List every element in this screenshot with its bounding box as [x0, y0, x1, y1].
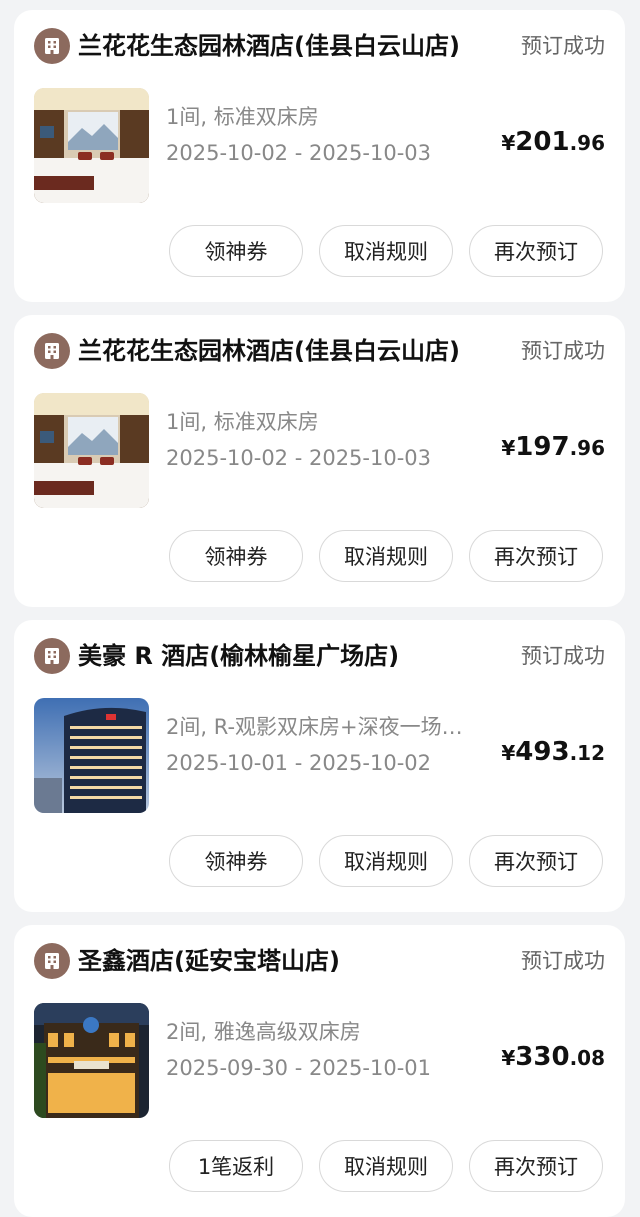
order-price: ¥201.96 [501, 122, 605, 165]
stay-dates: 2025-10-01 - 2025-10-02 [166, 751, 432, 775]
hotel-room-photo[interactable] [34, 88, 149, 203]
order-card[interactable]: 美豪 R 酒店(榆林榆星广场店) 预订成功 2间, R-观影双床房+深夜一场电影… [14, 620, 625, 912]
hotel-building-icon [34, 943, 70, 979]
price-decimal: .12 [569, 741, 605, 765]
cancel-policy-button[interactable]: 取消规则 [319, 835, 453, 887]
hotel-building-photo[interactable] [34, 698, 149, 813]
order-status: 预订成功 [521, 34, 605, 58]
price-integer: 201 [515, 127, 570, 157]
hotel-building-icon [34, 333, 70, 369]
order-card[interactable]: 圣鑫酒店(延安宝塔山店) 预订成功 2间, 雅逸高级双床房 2025-09-30… [14, 925, 625, 1217]
get-coupon-button[interactable]: 领神券 [169, 835, 303, 887]
price-currency: ¥ [501, 741, 516, 765]
price-currency: ¥ [501, 436, 516, 460]
cancel-policy-button[interactable]: 取消规则 [319, 530, 453, 582]
order-card[interactable]: 兰花花生态园林酒店(佳县白云山店) 预订成功 1间, 标准双床房 2025-10… [14, 315, 625, 607]
stay-dates: 2025-09-30 - 2025-10-01 [166, 1056, 432, 1080]
order-status: 预订成功 [521, 339, 605, 363]
order-status: 预订成功 [521, 949, 605, 973]
room-info: 1间, 标准双床房 [166, 105, 319, 129]
rebook-button[interactable]: 再次预订 [469, 1140, 603, 1192]
room-info: 2间, R-观影双床房+深夜一场电影 [166, 715, 466, 739]
hotel-facade-photo[interactable] [34, 1003, 149, 1118]
price-integer: 493 [515, 737, 570, 767]
order-status: 预订成功 [521, 644, 605, 668]
order-list: 兰花花生态园林酒店(佳县白云山店) 预订成功 1间, 标准双床房 2025-10… [0, 0, 640, 1217]
price-decimal: .08 [569, 1046, 605, 1070]
price-currency: ¥ [501, 1046, 516, 1070]
room-info: 2间, 雅逸高级双床房 [166, 1020, 361, 1044]
order-price: ¥197.96 [501, 427, 605, 470]
rebook-button[interactable]: 再次预订 [469, 530, 603, 582]
hotel-name[interactable]: 美豪 R 酒店(榆林榆星广场店) [78, 634, 478, 678]
order-price: ¥493.12 [501, 732, 605, 775]
order-price: ¥330.08 [501, 1037, 605, 1080]
get-coupon-button[interactable]: 领神券 [169, 530, 303, 582]
price-decimal: .96 [569, 436, 605, 460]
hotel-name[interactable]: 兰花花生态园林酒店(佳县白云山店) [78, 329, 478, 373]
rebook-button[interactable]: 再次预订 [469, 835, 603, 887]
stay-dates: 2025-10-02 - 2025-10-03 [166, 141, 432, 165]
order-card[interactable]: 兰花花生态园林酒店(佳县白云山店) 预订成功 1间, 标准双床房 2025-10… [14, 10, 625, 302]
room-info: 1间, 标准双床房 [166, 410, 319, 434]
stay-dates: 2025-10-02 - 2025-10-03 [166, 446, 432, 470]
rebate-button[interactable]: 1笔返利 [169, 1140, 303, 1192]
hotel-name[interactable]: 圣鑫酒店(延安宝塔山店) [78, 939, 478, 983]
price-integer: 197 [515, 432, 570, 462]
price-currency: ¥ [501, 131, 516, 155]
get-coupon-button[interactable]: 领神券 [169, 225, 303, 277]
hotel-building-icon [34, 28, 70, 64]
hotel-room-photo[interactable] [34, 393, 149, 508]
hotel-building-icon [34, 638, 70, 674]
cancel-policy-button[interactable]: 取消规则 [319, 225, 453, 277]
price-integer: 330 [515, 1042, 570, 1072]
price-decimal: .96 [569, 131, 605, 155]
cancel-policy-button[interactable]: 取消规则 [319, 1140, 453, 1192]
rebook-button[interactable]: 再次预订 [469, 225, 603, 277]
hotel-name[interactable]: 兰花花生态园林酒店(佳县白云山店) [78, 24, 478, 68]
